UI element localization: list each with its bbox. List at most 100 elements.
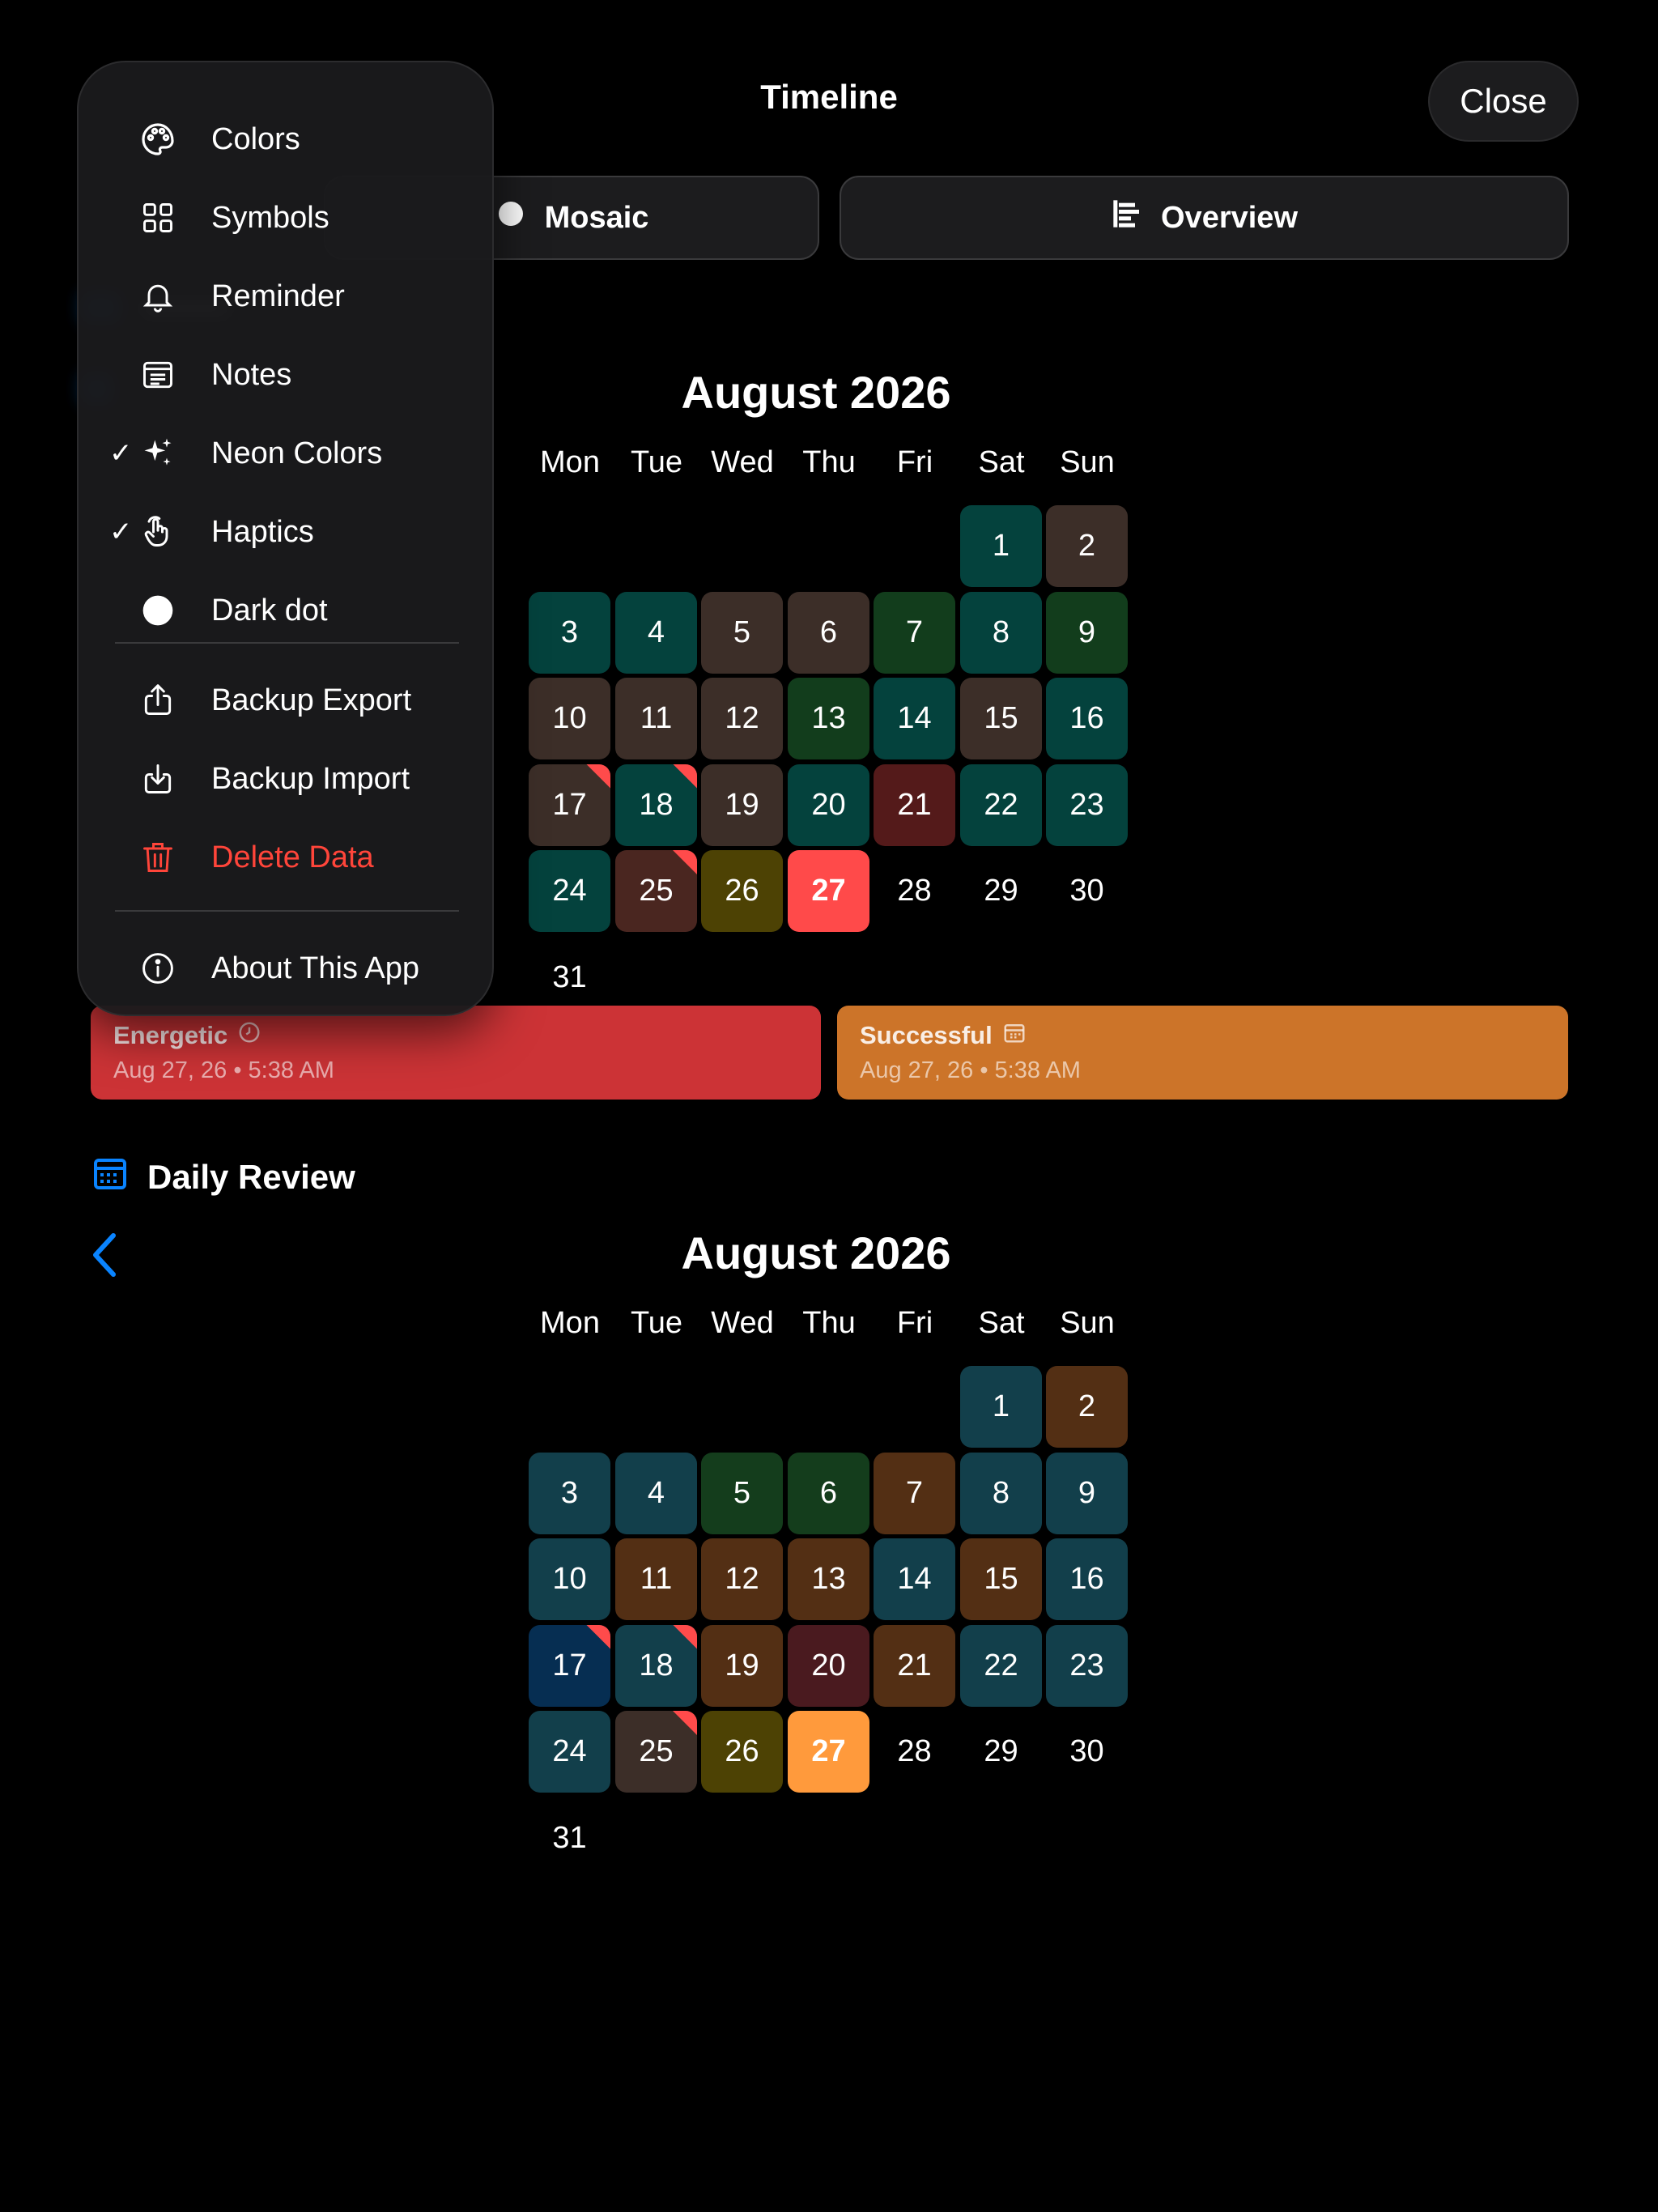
day-number: 7 [905,1475,924,1510]
day-cell[interactable]: 11 [615,1538,697,1620]
day-cell[interactable]: 29 [960,1711,1042,1793]
previous-month-button[interactable] [89,1231,121,1283]
day-cell[interactable]: 25 [615,1711,697,1793]
day-number: 4 [647,615,665,649]
day-cell[interactable]: 22 [960,1624,1042,1707]
day-cell[interactable]: 2 [1046,505,1128,587]
menu-item-delete-data[interactable]: Delete Data [79,821,495,894]
menu-item-backup-import[interactable]: Backup Import [79,742,495,815]
day-cell[interactable]: 28 [874,1711,955,1793]
day-cell[interactable]: 18 [615,764,697,846]
day-cell[interactable]: 14 [874,678,955,759]
day-cell[interactable]: 1 [960,1366,1042,1448]
tab-overview[interactable]: Overview [840,176,1569,260]
menu-item-label: Symbols [211,200,329,235]
day-cell[interactable]: 17 [529,764,610,846]
day-cell[interactable]: 17 [529,1624,610,1707]
day-cell[interactable]: 10 [529,678,610,759]
day-cell[interactable]: 3 [529,591,610,674]
day-cell[interactable]: 15 [960,678,1042,759]
day-cell[interactable]: 23 [1046,1624,1128,1707]
day-cell[interactable]: 2 [1046,1366,1128,1448]
day-cell[interactable]: 30 [1046,1711,1128,1793]
close-button[interactable]: Close [1428,61,1579,142]
day-cell[interactable]: 20 [788,1624,869,1707]
menu-item-backup-export[interactable]: Backup Export [79,664,495,737]
day-cell[interactable]: 9 [1046,1452,1128,1534]
day-cell[interactable]: 7 [874,591,955,674]
day-cell[interactable]: 27 [788,850,869,932]
options-menu: Colors Symbols Reminder Notes ✓ Neon Col… [77,61,494,1016]
entry-name: Successful [860,1021,993,1049]
menu-item-symbols[interactable]: Symbols [79,181,495,254]
day-cell[interactable]: 24 [529,1711,610,1793]
day-cell[interactable]: 22 [960,764,1042,846]
day-cell[interactable]: 5 [701,1452,783,1534]
day-cell[interactable]: 16 [1046,1538,1128,1620]
menu-item-label: About This App [211,951,420,985]
day-number: 2 [1078,529,1096,563]
day-cell[interactable]: 13 [788,1538,869,1620]
day-cell[interactable]: 19 [701,1624,783,1707]
day-cell[interactable]: 4 [615,591,697,674]
day-cell[interactable]: 18 [615,1624,697,1707]
check-icon: ✓ [109,517,133,547]
note-flag-icon [673,850,697,874]
day-cell[interactable]: 21 [874,764,955,846]
weekday-label: Thu [802,1306,856,1340]
day-cell[interactable]: 12 [701,678,783,759]
day-cell[interactable]: 26 [701,1711,783,1793]
day-cell[interactable]: 6 [788,591,869,674]
day-number: 19 [725,1648,759,1682]
day-cell[interactable]: 10 [529,1538,610,1620]
day-cell[interactable]: 19 [701,764,783,846]
day-number: 17 [552,1648,587,1682]
note-flag-icon [673,1624,697,1649]
day-cell[interactable]: 8 [960,1452,1042,1534]
day-cell[interactable]: 9 [1046,591,1128,674]
day-cell[interactable]: 12 [701,1538,783,1620]
day-cell[interactable]: 29 [960,850,1042,932]
day-cell[interactable]: 1 [960,505,1042,587]
day-cell[interactable]: 3 [529,1452,610,1534]
day-cell[interactable]: 27 [788,1711,869,1793]
menu-item-colors[interactable]: Colors [79,103,495,176]
share-icon [135,683,181,718]
day-cell[interactable]: 28 [874,850,955,932]
day-cell[interactable]: 24 [529,850,610,932]
entry-card-energetic[interactable]: Energetic Aug 27, 26 • 5:38 AM [91,1006,821,1100]
day-cell[interactable]: 21 [874,1624,955,1707]
menu-item-reminder[interactable]: Reminder [79,260,495,333]
day-cell[interactable]: 13 [788,678,869,759]
menu-item-neon-colors[interactable]: ✓ Neon Colors [79,417,495,490]
day-cell[interactable]: 6 [788,1452,869,1534]
entry-card-successful[interactable]: Successful Aug 27, 26 • 5:38 AM [837,1006,1568,1100]
day-cell[interactable]: 26 [701,850,783,932]
menu-item-dark-dot[interactable]: Dark dot [79,574,495,647]
menu-item-haptics[interactable]: ✓ Haptics [79,496,495,568]
day-cell[interactable]: 7 [874,1452,955,1534]
menu-item-notes[interactable]: Notes [79,338,495,411]
day-cell[interactable]: 30 [1046,850,1128,932]
notes-icon [135,357,181,393]
menu-item-about[interactable]: About This App [79,932,495,1005]
day-cell[interactable]: 14 [874,1538,955,1620]
trash-icon [135,840,181,875]
day-cell[interactable]: 23 [1046,764,1128,846]
day-cell[interactable]: 31 [529,1797,610,1879]
menu-item-label: Colors [211,121,300,156]
day-cell[interactable]: 16 [1046,678,1128,759]
timeline-month-title: August 2026 [681,367,951,418]
menu-item-label: Reminder [211,279,345,313]
day-cell[interactable]: 15 [960,1538,1042,1620]
day-cell[interactable]: 8 [960,591,1042,674]
day-cell[interactable]: 11 [615,678,697,759]
day-cell[interactable]: 5 [701,591,783,674]
day-cell[interactable]: 20 [788,764,869,846]
day-number: 30 [1069,874,1104,908]
day-cell[interactable]: 4 [615,1452,697,1534]
bell-icon [135,279,181,314]
mosaic-icon [495,198,527,238]
day-number: 15 [984,1562,1018,1596]
day-cell[interactable]: 25 [615,850,697,932]
